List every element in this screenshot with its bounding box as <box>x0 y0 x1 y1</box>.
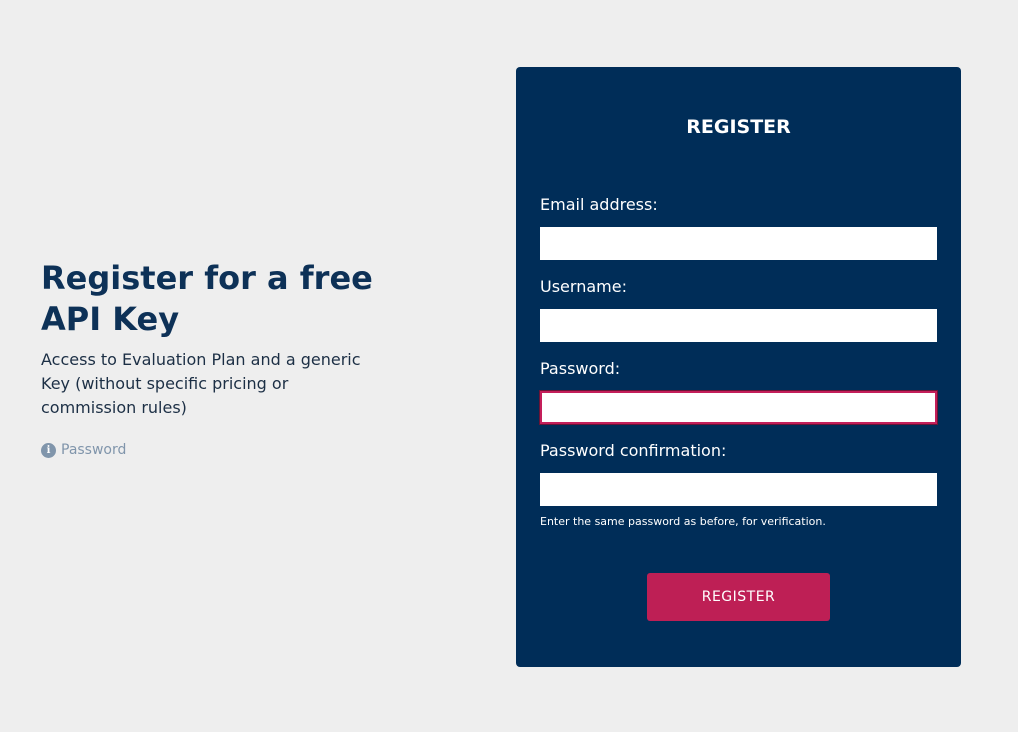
username-label: Username: <box>540 277 627 296</box>
info-circle-icon: i <box>41 442 56 458</box>
password-confirmation-label: Password confirmation: <box>540 441 727 460</box>
password-label: Password: <box>540 359 621 378</box>
page-heading: Register for a free API Key <box>41 259 373 338</box>
password-field-group: Password: <box>540 359 937 424</box>
password-confirmation-field-group: Password confirmation: <box>540 441 937 506</box>
register-form-title: REGISTER <box>686 116 791 138</box>
intro-section: Register for a free API Key Access to Ev… <box>41 258 381 459</box>
email-label: Email address: <box>540 195 658 214</box>
page-description: Access to Evaluation Plan and a generic … <box>41 350 361 417</box>
email-field[interactable] <box>540 227 937 260</box>
username-field-group: Username: <box>540 277 937 342</box>
password-confirmation-field[interactable] <box>540 473 937 506</box>
username-field[interactable] <box>540 309 937 342</box>
password-field[interactable] <box>540 391 937 424</box>
register-panel: REGISTER Email address: Username: Passwo… <box>516 67 961 667</box>
email-field-group: Email address: <box>540 195 937 260</box>
password-confirmation-help-text: Enter the same password as before, for v… <box>540 515 826 528</box>
password-info-link[interactable]: i Password <box>41 441 381 459</box>
register-form: Email address: Username: Password: Passw… <box>540 195 937 621</box>
register-button[interactable]: REGISTER <box>647 573 830 621</box>
password-info-label: Password <box>61 442 127 458</box>
